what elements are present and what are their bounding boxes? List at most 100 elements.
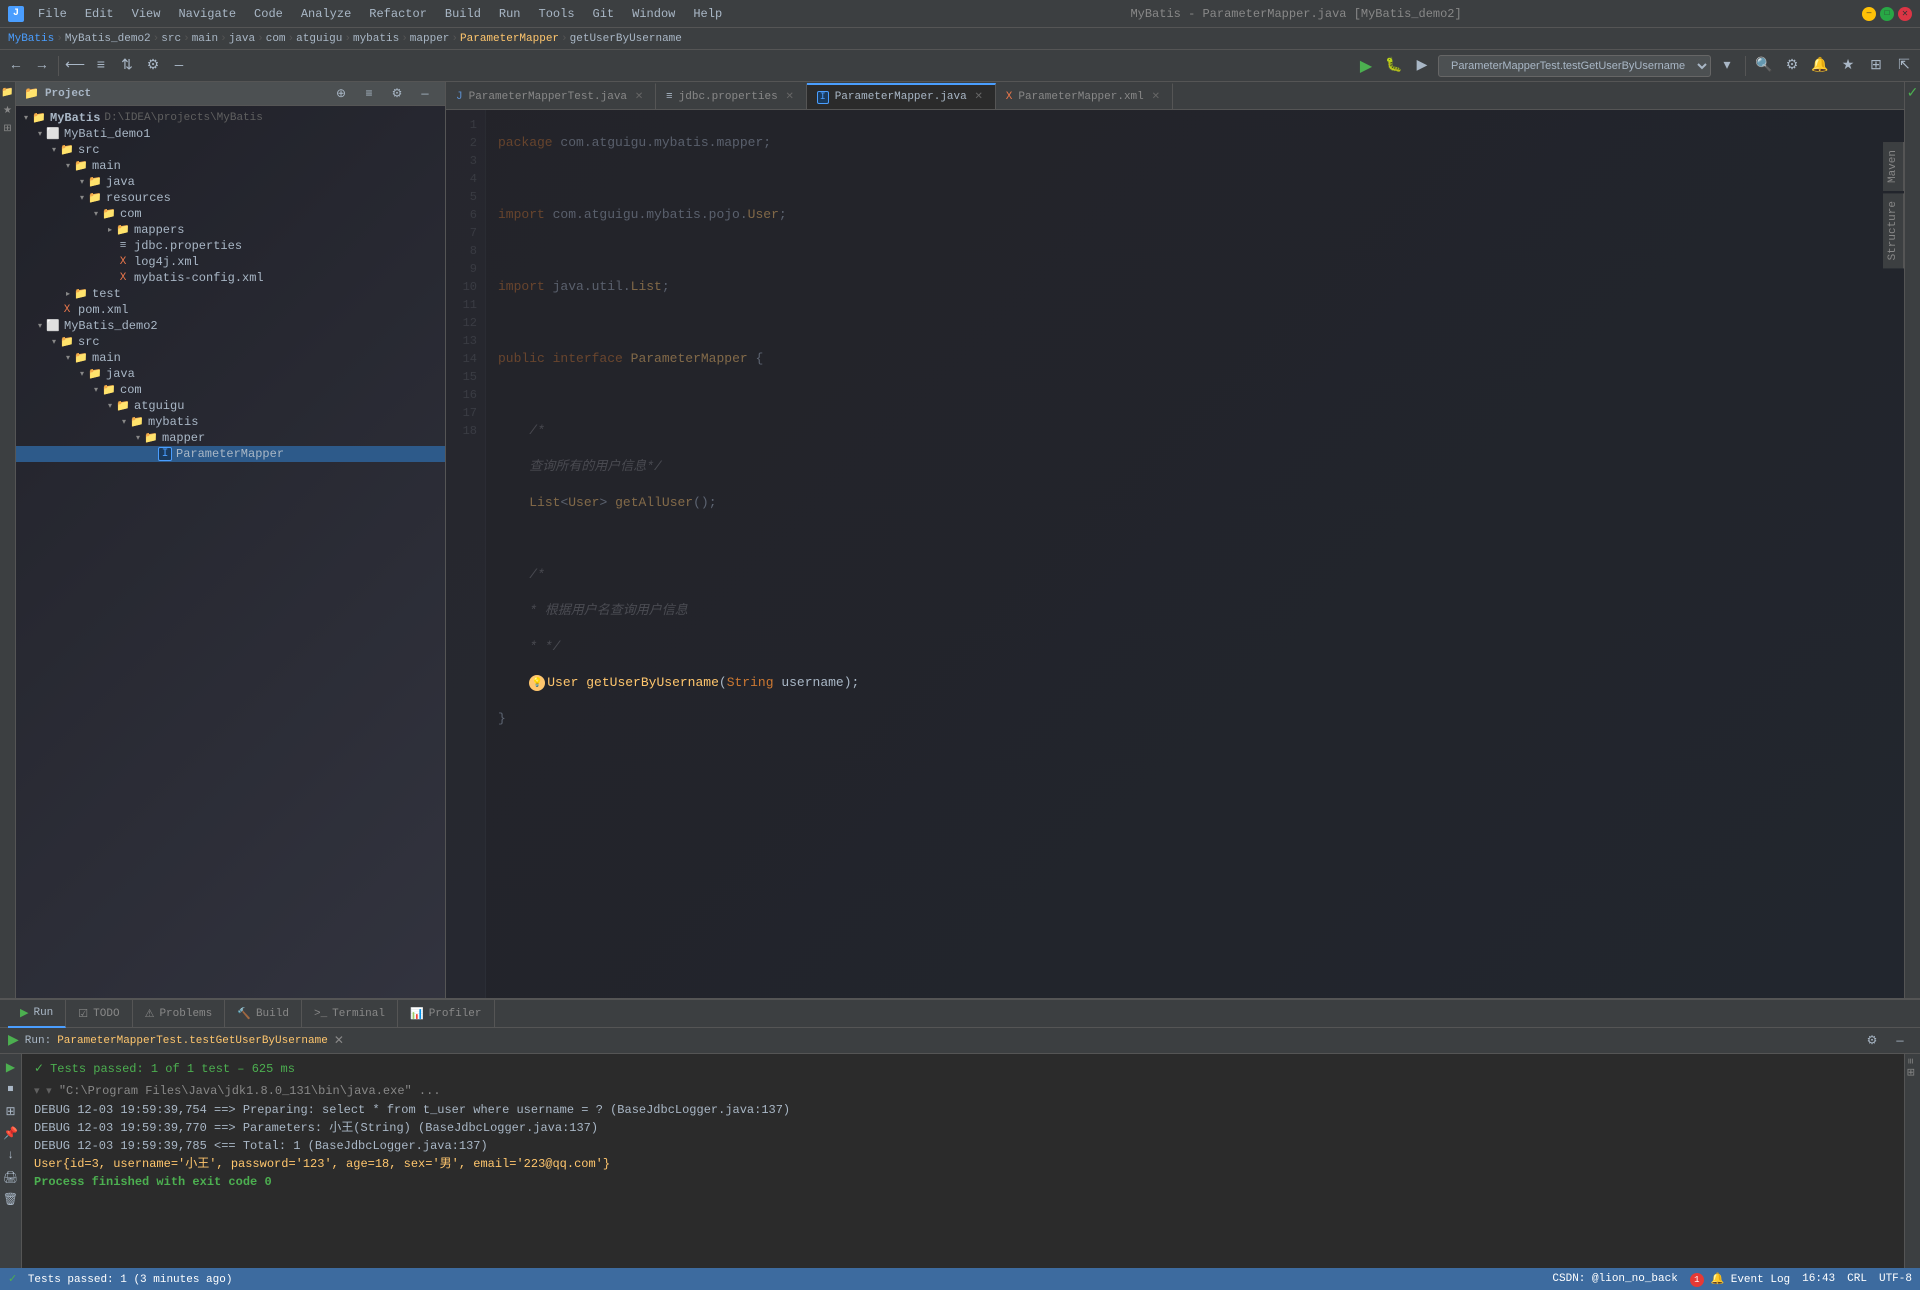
tab-parametermappertest[interactable]: J ParameterMapperTest.java ✕ <box>446 83 656 109</box>
settings2-icon[interactable]: ⚙ <box>1780 54 1804 78</box>
tab-close-icon2[interactable]: ✕ <box>784 91 796 103</box>
code-content[interactable]: package com.atguigu.mybatis.mapper; impo… <box>486 110 1904 998</box>
panel-close-icon[interactable]: — <box>413 82 437 106</box>
tree-item-atguigu[interactable]: ▾ 📁 atguigu <box>16 398 445 414</box>
menu-tools[interactable]: Tools <box>531 5 583 23</box>
breadcrumb-method[interactable]: getUserByUsername <box>570 33 682 45</box>
menu-analyze[interactable]: Analyze <box>293 5 359 23</box>
breadcrumb-demo2[interactable]: MyBatis_demo2 <box>65 33 151 45</box>
status-notifications[interactable]: 1 🔔 Event Log <box>1690 1272 1790 1287</box>
breadcrumb-atguigu[interactable]: atguigu <box>296 33 342 45</box>
tree-item-main1[interactable]: ▾ 📁 main <box>16 158 445 174</box>
tree-item-com1[interactable]: ▾ 📁 com <box>16 206 445 222</box>
tree-item-pom1[interactable]: ▸ X pom.xml <box>16 302 445 318</box>
rerun-button[interactable]: ▶ <box>2 1058 20 1076</box>
expand-icon[interactable]: ≡ <box>89 54 113 78</box>
tree-item-parametermapper[interactable]: ▸ I ParameterMapper <box>16 446 445 462</box>
close-button[interactable]: ✕ <box>1898 7 1912 21</box>
tab-profiler[interactable]: 📊 Profiler <box>398 1000 495 1028</box>
minimize-panel-icon[interactable]: — <box>167 54 191 78</box>
menu-build[interactable]: Build <box>437 5 489 23</box>
breadcrumb-mybatis2[interactable]: mybatis <box>353 33 399 45</box>
menu-file[interactable]: File <box>30 5 75 23</box>
maximize-button[interactable]: □ <box>1880 7 1894 21</box>
menu-git[interactable]: Git <box>585 5 623 23</box>
search-everywhere-icon[interactable]: 🔍 <box>1752 54 1776 78</box>
tree-item-demo1[interactable]: ▾ ⬜ MyBati_demo1 <box>16 126 445 142</box>
restore-layout-button[interactable]: ⊞ <box>2 1102 20 1120</box>
locate-icon[interactable]: ⊕ <box>329 82 353 106</box>
menu-edit[interactable]: Edit <box>77 5 122 23</box>
status-user[interactable]: CSDN: @lion_no_back <box>1552 1273 1677 1285</box>
pin-tab-button[interactable]: 📌 <box>2 1124 20 1142</box>
coverage-button[interactable]: ▶ <box>1410 54 1434 78</box>
forward-button[interactable]: → <box>30 54 54 78</box>
menu-refactor[interactable]: Refactor <box>361 5 435 23</box>
tree-item-mybatis-config[interactable]: ▸ X mybatis-config.xml <box>16 270 445 286</box>
tab-jdbc[interactable]: ≡ jdbc.properties ✕ <box>656 83 807 109</box>
bulb-icon[interactable]: 💡 <box>529 675 545 691</box>
menu-navigate[interactable]: Navigate <box>170 5 244 23</box>
clear-button[interactable]: 🗑 <box>2 1190 20 1208</box>
tree-item-test1[interactable]: ▸ 📁 test <box>16 286 445 302</box>
tab-problems[interactable]: ⚠ Problems <box>133 1000 226 1028</box>
status-crlf[interactable]: CRL <box>1847 1273 1867 1285</box>
breadcrumb-mapper[interactable]: mapper <box>410 33 450 45</box>
breadcrumb-main[interactable]: main <box>192 33 218 45</box>
tab-parametermapper-xml[interactable]: X ParameterMapper.xml ✕ <box>996 83 1173 109</box>
tree-item-mybatis[interactable]: ▾ 📁 MyBatis D:\IDEA\projects\MyBatis <box>16 110 445 126</box>
minimize-button[interactable]: — <box>1862 7 1876 21</box>
panel-settings-icon[interactable]: ⚙ <box>385 82 409 106</box>
run-button[interactable]: ▶ <box>1354 54 1378 78</box>
tab-close-icon3[interactable]: ✕ <box>973 91 985 103</box>
status-position[interactable]: 16:43 <box>1802 1273 1835 1285</box>
notifications-icon[interactable]: 🔔 <box>1808 54 1832 78</box>
tab-parametermapper-java[interactable]: I ParameterMapper.java ✕ <box>807 83 996 109</box>
breadcrumb-com[interactable]: com <box>266 33 286 45</box>
tree-item-main2[interactable]: ▾ 📁 main <box>16 350 445 366</box>
tab-todo[interactable]: ☑ TODO <box>66 1000 132 1028</box>
layout-icon[interactable]: ⊞ <box>1864 54 1888 78</box>
menu-code[interactable]: Code <box>246 5 291 23</box>
settings-icon[interactable]: ⚙ <box>141 54 165 78</box>
tree-item-java2[interactable]: ▾ 📁 java <box>16 366 445 382</box>
tree-item-log4j[interactable]: ▸ X log4j.xml <box>16 254 445 270</box>
stop-button[interactable]: ⏹ <box>2 1080 20 1098</box>
bookmark-side-icon[interactable]: ★ <box>1 104 15 118</box>
print-button[interactable]: 🖨 <box>2 1168 20 1186</box>
tab-terminal[interactable]: >_ Terminal <box>302 1000 398 1028</box>
menu-help[interactable]: Help <box>685 5 730 23</box>
tab-close-icon[interactable]: ✕ <box>633 91 645 103</box>
structure-side-icon[interactable]: ⊞ <box>1 122 15 136</box>
run-minimize-icon[interactable]: — <box>1888 1029 1912 1053</box>
breadcrumb-mybatis[interactable]: MyBatis <box>8 33 54 45</box>
tree-item-src2[interactable]: ▾ 📁 src <box>16 334 445 350</box>
collapse-all-icon[interactable]: ≡ <box>357 82 381 106</box>
project-tree[interactable]: ▾ 📁 MyBatis D:\IDEA\projects\MyBatis ▾ ⬜… <box>16 106 445 998</box>
menu-run[interactable]: Run <box>491 5 529 23</box>
tree-item-java1[interactable]: ▾ 📁 java <box>16 174 445 190</box>
collapse-icon[interactable]: ⇅ <box>115 54 139 78</box>
expand-all-icon[interactable]: ⇱ <box>1892 54 1916 78</box>
navigate-back-icon[interactable]: ⟵ <box>63 54 87 78</box>
tree-item-demo2[interactable]: ▾ ⬜ MyBatis_demo2 <box>16 318 445 334</box>
tab-close-icon4[interactable]: ✕ <box>1150 91 1162 103</box>
tree-item-jdbc[interactable]: ▸ ≡ jdbc.properties <box>16 238 445 254</box>
run-close-button[interactable]: ✕ <box>334 1033 344 1048</box>
run-config-select[interactable]: ParameterMapperTest.testGetUserByUsernam… <box>1438 55 1711 77</box>
tree-item-mappers[interactable]: ▸ 📁 mappers <box>16 222 445 238</box>
tab-build[interactable]: 🔨 Build <box>225 1000 302 1028</box>
maven-tab[interactable]: Maven <box>1883 142 1904 191</box>
breadcrumb-java[interactable]: java <box>229 33 255 45</box>
run-settings-icon[interactable]: ⚙ <box>1860 1029 1884 1053</box>
tree-item-resources1[interactable]: ▾ 📁 resources <box>16 190 445 206</box>
breadcrumb-src[interactable]: src <box>161 33 181 45</box>
tree-item-mapper-pkg[interactable]: ▾ 📁 mapper <box>16 430 445 446</box>
back-button[interactable]: ← <box>4 54 28 78</box>
bookmark-icon[interactable]: ★ <box>1836 54 1860 78</box>
breadcrumb-file[interactable]: ParameterMapper <box>460 33 559 45</box>
debug-button[interactable]: 🐛 <box>1382 54 1406 78</box>
menu-window[interactable]: Window <box>624 5 683 23</box>
tree-item-mybatis2[interactable]: ▾ 📁 mybatis <box>16 414 445 430</box>
scroll-to-end-button[interactable]: ↓ <box>2 1146 20 1164</box>
